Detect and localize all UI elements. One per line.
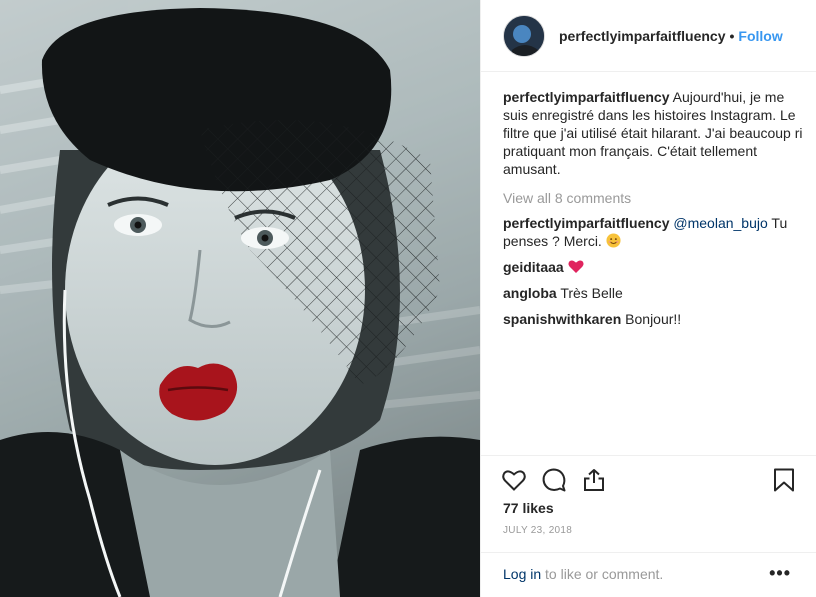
login-link[interactable]: Log in (503, 566, 541, 582)
red-heart-emoji-icon (568, 259, 584, 274)
comment-username[interactable]: geiditaaa (503, 259, 564, 275)
comments-list: perfectlyimparfaitfluency Aujourd'hui, j… (503, 88, 803, 328)
view-all-comments-link[interactable]: View all 8 comments (503, 190, 803, 206)
comment-mention[interactable]: @meolan_bujo (673, 215, 767, 231)
comment-username[interactable]: perfectlyimparfaitfluency (503, 215, 670, 231)
caption-username[interactable]: perfectlyimparfaitfluency (503, 89, 670, 105)
post-date: JULY 23, 2018 (503, 525, 573, 536)
bookmark-icon[interactable] (771, 467, 797, 493)
comment-item: spanishwithkaren Bonjour!! (503, 310, 803, 328)
comment-text: Bonjour!! (625, 311, 682, 327)
login-prompt-text: Log in to like or comment. (503, 566, 663, 582)
heart-icon[interactable] (501, 467, 527, 493)
login-suffix: to like or comment. (541, 566, 664, 582)
selfie-photo-image (0, 0, 480, 597)
comment-item: geiditaaa (503, 258, 803, 276)
comment-username[interactable]: angloba (503, 285, 557, 301)
instagram-post: perfectlyimparfaitfluency • Follow perfe… (0, 0, 816, 597)
login-prompt: Log in to like or comment. ••• (481, 552, 816, 597)
avatar-image (504, 15, 544, 56)
share-icon[interactable] (581, 467, 607, 493)
smiling-face-emoji-icon (606, 233, 621, 248)
post-side-panel: perfectlyimparfaitfluency • Follow perfe… (480, 0, 816, 597)
post-photo[interactable] (0, 0, 480, 597)
more-options-icon[interactable]: ••• (769, 563, 791, 584)
comment-icon[interactable] (541, 467, 567, 493)
comment-text: Très Belle (560, 285, 623, 301)
caption: perfectlyimparfaitfluency Aujourd'hui, j… (503, 88, 803, 178)
header-username[interactable]: perfectlyimparfaitfluency (559, 28, 726, 44)
action-icon-row (501, 467, 797, 493)
follow-button[interactable]: Follow (738, 28, 782, 44)
comment-item: perfectlyimparfaitfluency @meolan_bujo T… (503, 214, 803, 250)
comment-username[interactable]: spanishwithkaren (503, 311, 621, 327)
likes-count[interactable]: 77 likes (503, 500, 554, 516)
avatar[interactable] (503, 14, 545, 57)
comment-item: angloba Très Belle (503, 284, 803, 302)
header-separator: • (729, 27, 735, 44)
post-header: perfectlyimparfaitfluency • Follow (481, 0, 816, 72)
post-actions: 77 likes JULY 23, 2018 Log in to like or… (481, 455, 816, 597)
